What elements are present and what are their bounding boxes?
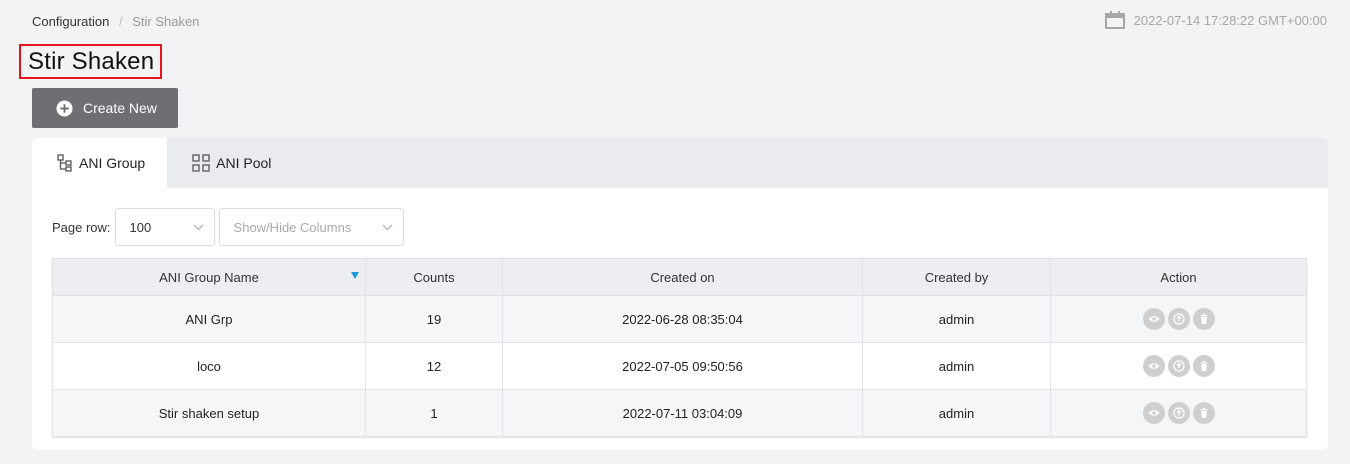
cell-created-by: admin xyxy=(862,295,1051,343)
content-panel: ANI Group ANI Pool Page row: 100 Show/Hi… xyxy=(32,138,1328,450)
cell-counts: 19 xyxy=(365,295,503,343)
cell-created-on: 2022-07-11 03:04:09 xyxy=(502,389,863,437)
row-actions xyxy=(1052,308,1305,330)
breadcrumb-configuration[interactable]: Configuration xyxy=(32,14,109,29)
cell-action xyxy=(1050,389,1307,437)
cell-action xyxy=(1050,342,1307,390)
upload-icon xyxy=(1172,407,1185,419)
cell-ani-group-name: Stir shaken setup xyxy=(52,389,366,437)
header-label: Action xyxy=(1160,269,1197,285)
page-row-value: 100 xyxy=(129,219,152,235)
cell-ani-group-name: loco xyxy=(52,342,366,390)
header-label: Counts xyxy=(413,269,455,285)
table-header-row: ANI Group Name Counts Created on Created… xyxy=(52,258,1307,296)
header-ani-group-name[interactable]: ANI Group Name xyxy=(52,258,366,296)
header-label: ANI Group Name xyxy=(159,269,259,285)
trash-icon xyxy=(1200,360,1207,371)
table-toolbar: Page row: 100 Show/Hide Columns xyxy=(52,208,408,246)
delete-button[interactable] xyxy=(1192,355,1215,377)
eye-icon xyxy=(1148,410,1159,416)
cell-ani-group-name: ANI Grp xyxy=(52,295,366,343)
cell-action xyxy=(1050,295,1307,343)
breadcrumb-current: Stir Shaken xyxy=(132,14,200,29)
ani-group-icon xyxy=(57,154,72,172)
header-label: Created by xyxy=(924,269,989,285)
chevron-down-icon xyxy=(193,224,203,230)
show-hide-columns-select[interactable]: Show/Hide Columns xyxy=(218,208,404,246)
trash-icon xyxy=(1200,407,1207,418)
eye-icon xyxy=(1148,316,1159,322)
datetime-display: 2022-07-14 17:28:22 GMT+00:00 xyxy=(1104,11,1327,29)
ani-group-table: ANI Group Name Counts Created on Created… xyxy=(52,258,1307,437)
header-created-by[interactable]: Created by xyxy=(862,258,1051,296)
cell-counts: 12 xyxy=(365,342,503,390)
upload-icon xyxy=(1172,360,1185,372)
upload-button[interactable] xyxy=(1167,355,1190,377)
show-hide-columns-placeholder: Show/Hide Columns xyxy=(233,219,352,235)
delete-button[interactable] xyxy=(1192,308,1215,330)
create-new-button[interactable]: Create New xyxy=(32,88,178,128)
tab-ani-group[interactable]: ANI Group xyxy=(32,138,168,188)
page-title: Stir Shaken xyxy=(19,44,163,79)
view-button[interactable] xyxy=(1142,308,1165,330)
breadcrumb-separator: / xyxy=(118,14,123,29)
page-row-select[interactable]: 100 xyxy=(114,208,215,246)
upload-button[interactable] xyxy=(1167,308,1190,330)
header-action: Action xyxy=(1050,258,1307,296)
cell-created-on: 2022-07-05 09:50:56 xyxy=(502,342,863,390)
create-new-label: Create New xyxy=(83,100,157,116)
cell-created-by: admin xyxy=(862,342,1051,390)
header-label: Created on xyxy=(650,269,715,285)
view-button[interactable] xyxy=(1142,402,1165,424)
table-row: ANI Grp 19 2022-06-28 08:35:04 admin xyxy=(52,295,1307,343)
cell-counts: 1 xyxy=(365,389,503,437)
upload-button[interactable] xyxy=(1167,402,1190,424)
delete-button[interactable] xyxy=(1192,402,1215,424)
header-created-on[interactable]: Created on xyxy=(502,258,863,296)
sort-desc-icon[interactable] xyxy=(351,272,359,279)
datetime-text: 2022-07-14 17:28:22 GMT+00:00 xyxy=(1133,12,1327,28)
header-counts[interactable]: Counts xyxy=(365,258,503,296)
ani-pool-icon xyxy=(192,154,210,172)
tab-ani-pool[interactable]: ANI Pool xyxy=(167,138,293,188)
table-row: loco 12 2022-07-05 09:50:56 admin xyxy=(52,342,1307,390)
calendar-icon xyxy=(1104,11,1125,29)
view-button[interactable] xyxy=(1142,355,1165,377)
table-row: Stir shaken setup 1 2022-07-11 03:04:09 … xyxy=(52,389,1307,437)
eye-icon xyxy=(1148,363,1159,369)
cell-created-by: admin xyxy=(862,389,1051,437)
breadcrumb: Configuration / Stir Shaken xyxy=(32,14,199,29)
tab-bar: ANI Group ANI Pool xyxy=(32,138,1328,188)
trash-icon xyxy=(1200,313,1207,324)
tab-ani-pool-label: ANI Pool xyxy=(216,155,272,171)
page-row-label: Page row: xyxy=(52,219,111,235)
tab-ani-group-label: ANI Group xyxy=(79,155,146,171)
cell-created-on: 2022-06-28 08:35:04 xyxy=(502,295,863,343)
upload-icon xyxy=(1172,313,1185,325)
chevron-down-icon xyxy=(382,224,392,230)
row-actions xyxy=(1052,355,1305,377)
plus-circle-icon xyxy=(56,99,73,117)
row-actions xyxy=(1052,402,1305,424)
